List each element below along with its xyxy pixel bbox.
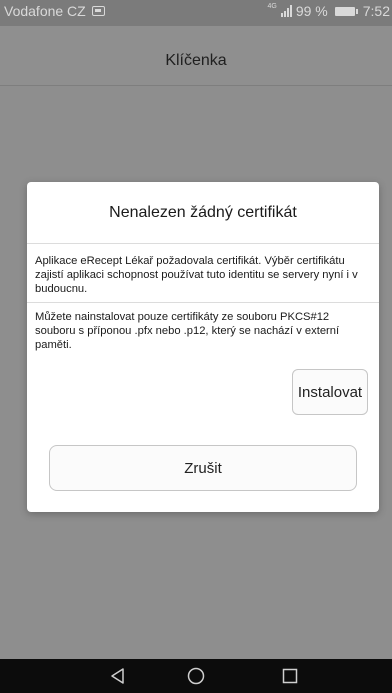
certificate-dialog: Nenalezen žádný certifikát Aplikace eRec… <box>27 182 379 512</box>
navigation-bar <box>0 659 392 693</box>
dialog-title: Nenalezen žádný certifikát <box>109 204 297 221</box>
dialog-divider <box>27 302 379 303</box>
clock: 7:52 <box>362 3 390 19</box>
status-bar: Vodafone CZ 4G 99 % 7:52 <box>0 0 392 26</box>
carrier-group: Vodafone CZ <box>4 3 105 19</box>
network-type-icon: 4G <box>267 3 277 10</box>
dialog-paragraph-1: Aplikace eRecept Lékař požadovala certif… <box>35 255 358 295</box>
notification-icon <box>91 6 105 16</box>
recents-icon[interactable] <box>270 659 310 693</box>
install-button[interactable]: Instalovat <box>292 369 368 415</box>
status-indicators: 4G 99 % 7:52 <box>267 3 390 19</box>
app-title-bar: Klíčenka <box>0 26 392 86</box>
dialog-paragraph-2: Můžete nainstalovat pouze certifikáty ze… <box>35 311 340 351</box>
back-icon[interactable] <box>98 659 138 693</box>
app-title: Klíčenka <box>165 52 227 69</box>
home-icon[interactable] <box>176 659 216 693</box>
battery-icon <box>334 6 358 16</box>
cancel-button[interactable]: Zrušit <box>49 445 357 491</box>
carrier-name: Vodafone CZ <box>4 3 86 19</box>
signal-icon <box>280 5 292 17</box>
dialog-divider <box>27 243 379 244</box>
battery-percent: 99 % <box>295 3 328 19</box>
screen: Vodafone CZ 4G 99 % 7:52 Klíčenka Nenale… <box>0 0 392 693</box>
